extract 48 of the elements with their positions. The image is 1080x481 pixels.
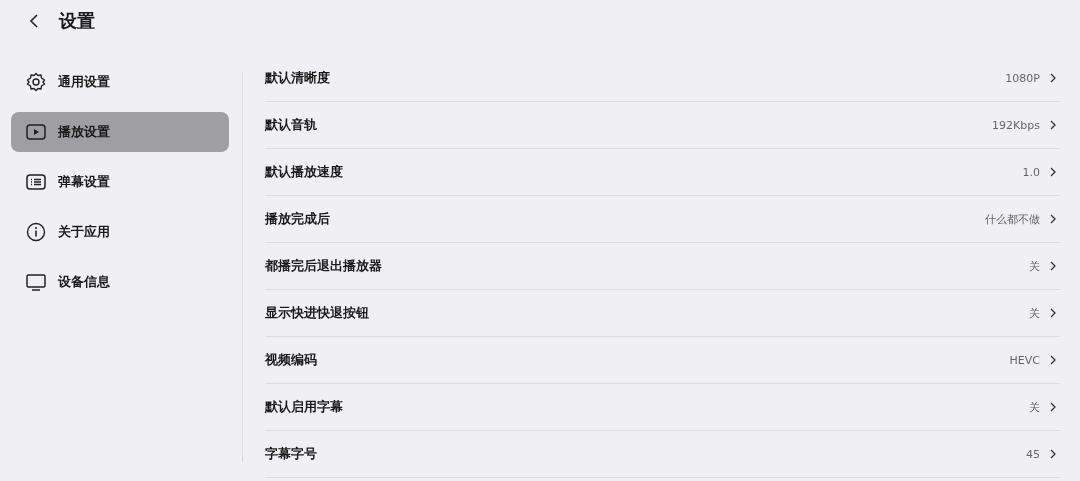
chevron-right-icon [1050,214,1056,224]
settings-icon [26,72,46,92]
setting-row[interactable]: 都播完后退出播放器 关 [265,243,1060,290]
setting-label: 显示快进快退按钮 [265,304,370,322]
setting-label: 字幕字号 [265,445,318,463]
setting-row[interactable]: 显示快进快退按钮 关 [265,290,1060,337]
setting-row[interactable]: 默认启用字幕 关 [265,384,1060,431]
setting-label: 默认启用字幕 [265,398,344,416]
info-icon [26,222,46,242]
chevron-right-icon [1050,402,1056,412]
setting-value: 关 [1029,399,1040,415]
sidebar-item[interactable]: 播放设置 [11,112,229,152]
setting-label: 默认播放速度 [265,163,344,181]
chevron-right-icon [1050,261,1056,271]
setting-label: 默认清晰度 [265,69,331,87]
setting-value: HEVC [1009,353,1040,367]
setting-row[interactable]: 字幕字号 45 [265,431,1060,478]
chevron-right-icon [1050,308,1056,318]
setting-value: 1.0 [1022,165,1040,179]
setting-value: 1080P [1005,71,1040,85]
setting-value: 关 [1029,258,1040,274]
chevron-right-icon [1050,167,1056,177]
chevron-right-icon [1050,120,1056,130]
chevron-right-icon [1050,355,1056,365]
setting-label: 视频编码 [265,351,318,369]
play-icon [26,124,46,140]
chevron-right-icon [1050,449,1056,459]
sidebar-item[interactable]: 弹幕设置 [11,162,229,202]
sidebar-item[interactable]: 关于应用 [11,212,229,252]
list-icon [26,174,46,190]
setting-label: 默认音轨 [265,116,318,134]
setting-row[interactable]: 默认播放速度 1.0 [265,149,1060,196]
setting-value: 45 [1026,447,1040,461]
setting-value: 192Kbps [992,118,1040,132]
page-title: 设置 [59,9,95,33]
sidebar-item[interactable]: 通用设置 [11,62,229,102]
setting-row[interactable]: 视频编码 HEVC [265,337,1060,384]
setting-label: 播放完成后 [265,210,331,228]
setting-value: 什么都不做 [985,211,1040,227]
back-icon[interactable] [29,13,39,29]
setting-row[interactable]: 播放完成后 什么都不做 [265,196,1060,243]
setting-label: 都播完后退出播放器 [265,257,383,275]
setting-row[interactable]: 默认清晰度 1080P [265,55,1060,102]
setting-row[interactable]: 默认音轨 192Kbps [265,102,1060,149]
chevron-right-icon [1050,73,1056,83]
setting-value: 关 [1029,305,1040,321]
sidebar-item[interactable]: 设备信息 [11,262,229,302]
monitor-icon [26,273,46,291]
